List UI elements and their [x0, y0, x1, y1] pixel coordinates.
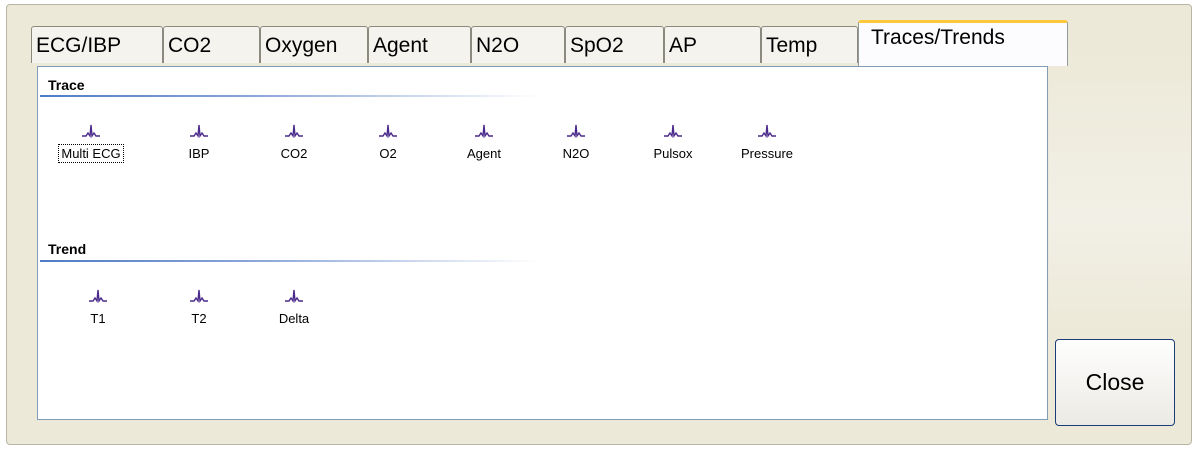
waveform-icon: [190, 124, 208, 139]
trend-item-delta[interactable]: Delta: [250, 288, 338, 328]
tab-co2[interactable]: CO2: [163, 26, 260, 63]
waveform-icon: [379, 124, 397, 139]
tab-ap[interactable]: AP: [664, 26, 761, 63]
tab-agent[interactable]: Agent: [368, 26, 471, 63]
trace-item-n2o[interactable]: N2O: [532, 123, 620, 163]
tab-ecg-ibp[interactable]: ECG/IBP: [31, 26, 163, 63]
trace-item-multi-ecg[interactable]: Multi ECG: [47, 123, 135, 163]
trace-item-ibp[interactable]: IBP: [155, 123, 243, 163]
waveform-icon: [567, 124, 585, 139]
trace-item-pressure[interactable]: Pressure: [723, 123, 811, 163]
trend-section-divider: [40, 260, 540, 262]
trace-item-pulsox[interactable]: Pulsox: [629, 123, 717, 163]
waveform-icon: [758, 124, 776, 139]
trace-section-title: Trace: [48, 77, 85, 93]
trace-item-label: Pressure: [740, 146, 794, 161]
trace-item-label: O2: [379, 146, 397, 161]
waveform-icon: [190, 289, 208, 304]
trace-item-o2[interactable]: O2: [344, 123, 432, 163]
trace-item-label: IBP: [188, 146, 210, 161]
trace-item-label: Pulsox: [653, 146, 693, 161]
waveform-icon: [475, 124, 493, 139]
trace-item-label: N2O: [562, 146, 590, 161]
tab-oxygen[interactable]: Oxygen: [260, 26, 368, 63]
tab-temp[interactable]: Temp: [761, 26, 858, 63]
waveform-icon: [89, 289, 107, 304]
tab-n2o[interactable]: N2O: [471, 26, 565, 63]
trace-item-agent[interactable]: Agent: [440, 123, 528, 163]
waveform-icon: [285, 289, 303, 304]
trend-item-label: T2: [191, 311, 207, 326]
side-area: [1049, 45, 1191, 335]
trace-section-divider: [40, 95, 540, 97]
trend-item-t1[interactable]: T1: [54, 288, 142, 328]
close-button[interactable]: Close: [1055, 339, 1175, 426]
trend-item-label: T1: [90, 311, 106, 326]
trend-item-label: Delta: [278, 311, 310, 326]
trend-item-t2[interactable]: T2: [155, 288, 243, 328]
tab-spo2[interactable]: SpO2: [565, 26, 664, 63]
trace-item-label: Agent: [467, 146, 501, 161]
traces-trends-panel: Trace Multi ECG IBP CO2 O2 Agent N2O Pul…: [37, 66, 1048, 420]
waveform-icon: [285, 124, 303, 139]
waveform-icon: [664, 124, 682, 139]
trace-item-label: CO2: [280, 146, 308, 161]
tab-traces-trends[interactable]: Traces/Trends: [858, 20, 1068, 66]
waveform-icon: [82, 124, 100, 139]
dialog-window: ECG/IBP CO2 Oxygen Agent N2O SpO2 AP Tem…: [6, 4, 1192, 445]
trace-item-co2[interactable]: CO2: [250, 123, 338, 163]
trend-section-title: Trend: [48, 241, 87, 257]
trace-item-label: Multi ECG: [58, 144, 124, 163]
